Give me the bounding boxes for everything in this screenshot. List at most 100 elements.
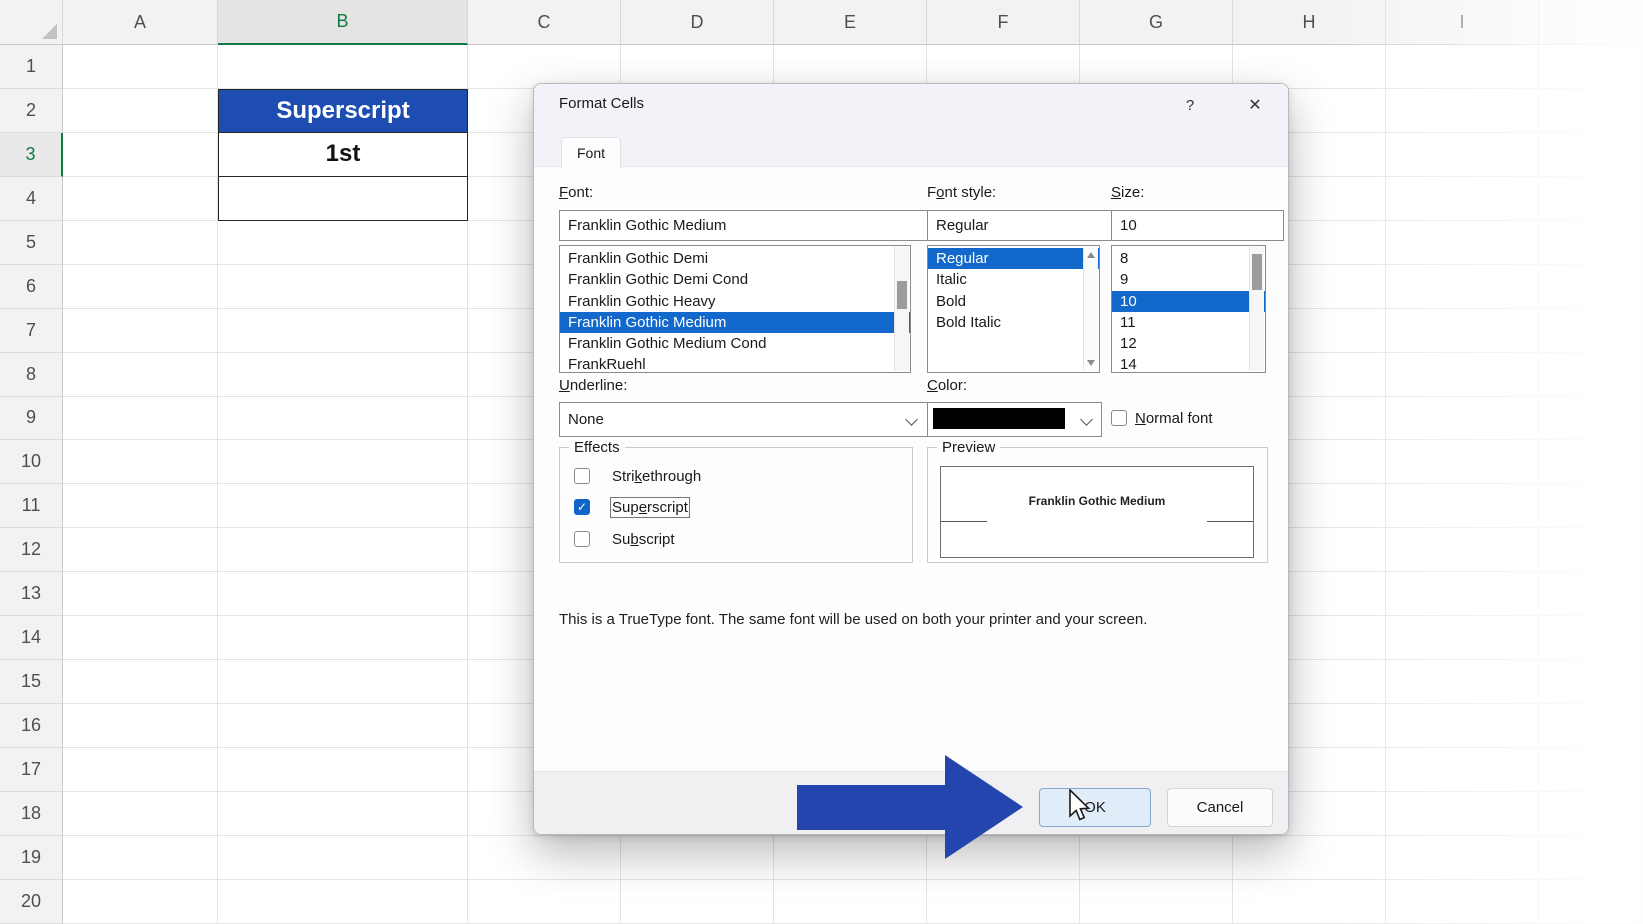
cell-I19[interactable]: [1386, 836, 1539, 880]
font-option-selected[interactable]: Franklin Gothic Medium: [560, 312, 910, 333]
column-header-A[interactable]: A: [63, 0, 218, 45]
cell-B2[interactable]: Superscript: [218, 89, 468, 133]
cell-B13[interactable]: [218, 572, 468, 616]
cell-B16[interactable]: [218, 704, 468, 748]
strikethrough-checkbox[interactable]: [574, 468, 590, 484]
row-header-16[interactable]: 16: [0, 704, 63, 748]
cell-B6[interactable]: [218, 265, 468, 309]
cell-I9[interactable]: [1386, 397, 1539, 441]
font-style-scrollbar[interactable]: [1083, 247, 1098, 371]
row-header-14[interactable]: 14: [0, 616, 63, 660]
font-style-option[interactable]: Italic: [928, 269, 1099, 290]
cell-B12[interactable]: [218, 528, 468, 572]
cell-end10[interactable]: [1539, 440, 1643, 484]
cell-B10[interactable]: [218, 440, 468, 484]
cell-end1[interactable]: [1539, 45, 1643, 89]
cell-D19[interactable]: [621, 836, 774, 880]
cell-A19[interactable]: [63, 836, 218, 880]
row-header-18[interactable]: 18: [0, 792, 63, 836]
cell-I13[interactable]: [1386, 572, 1539, 616]
cell-H20[interactable]: [1233, 880, 1386, 924]
cell-end18[interactable]: [1539, 792, 1643, 836]
subscript-label[interactable]: Subscript: [612, 531, 675, 548]
cell-H19[interactable]: [1233, 836, 1386, 880]
strikethrough-label[interactable]: Strikethrough: [612, 468, 701, 485]
column-header-B[interactable]: B: [218, 0, 468, 45]
cell-D20[interactable]: [621, 880, 774, 924]
row-header-13[interactable]: 13: [0, 572, 63, 616]
size-option[interactable]: 9: [1112, 269, 1265, 290]
cell-A15[interactable]: [63, 660, 218, 704]
cell-C19[interactable]: [468, 836, 621, 880]
cell-A14[interactable]: [63, 616, 218, 660]
cell-I11[interactable]: [1386, 484, 1539, 528]
cell-end7[interactable]: [1539, 309, 1643, 353]
scroll-up-icon[interactable]: [1087, 252, 1095, 258]
superscript-label[interactable]: Superscript: [612, 499, 688, 516]
cell-A1[interactable]: [63, 45, 218, 89]
row-header-9[interactable]: 9: [0, 397, 63, 441]
size-option[interactable]: 14: [1112, 354, 1265, 373]
column-header-blank[interactable]: [1539, 0, 1643, 45]
column-header-I[interactable]: I: [1386, 0, 1539, 45]
row-header-6[interactable]: 6: [0, 265, 63, 309]
cell-end20[interactable]: [1539, 880, 1643, 924]
cancel-button[interactable]: Cancel: [1167, 788, 1273, 827]
cell-end4[interactable]: [1539, 177, 1643, 221]
row-header-12[interactable]: 12: [0, 528, 63, 572]
column-header-C[interactable]: C: [468, 0, 621, 45]
column-header-G[interactable]: G: [1080, 0, 1233, 45]
cell-end5[interactable]: [1539, 221, 1643, 265]
cell-end17[interactable]: [1539, 748, 1643, 792]
cell-end15[interactable]: [1539, 660, 1643, 704]
row-header-11[interactable]: 11: [0, 484, 63, 528]
cell-A20[interactable]: [63, 880, 218, 924]
cell-I3[interactable]: [1386, 133, 1539, 177]
cell-B4[interactable]: [218, 177, 468, 221]
scrollbar-thumb[interactable]: [897, 281, 907, 309]
cell-I6[interactable]: [1386, 265, 1539, 309]
cell-end8[interactable]: [1539, 353, 1643, 397]
cell-B19[interactable]: [218, 836, 468, 880]
cell-I15[interactable]: [1386, 660, 1539, 704]
cell-E20[interactable]: [774, 880, 927, 924]
cell-end2[interactable]: [1539, 89, 1643, 133]
cell-A8[interactable]: [63, 353, 218, 397]
cell-I7[interactable]: [1386, 309, 1539, 353]
subscript-checkbox[interactable]: [574, 531, 590, 547]
font-input[interactable]: Franklin Gothic Medium: [559, 210, 929, 241]
select-all-corner[interactable]: [0, 0, 63, 45]
row-header-20[interactable]: 20: [0, 880, 63, 924]
color-dropdown[interactable]: [927, 402, 1102, 437]
cell-B18[interactable]: [218, 792, 468, 836]
cell-E19[interactable]: [774, 836, 927, 880]
cell-A18[interactable]: [63, 792, 218, 836]
cell-A16[interactable]: [63, 704, 218, 748]
cell-A10[interactable]: [63, 440, 218, 484]
cell-end9[interactable]: [1539, 397, 1643, 441]
size-option[interactable]: 12: [1112, 333, 1265, 354]
font-option[interactable]: Franklin Gothic Demi: [560, 248, 910, 269]
cell-end13[interactable]: [1539, 572, 1643, 616]
row-header-19[interactable]: 19: [0, 836, 63, 880]
font-option[interactable]: FrankRuehl: [560, 354, 910, 373]
cell-I8[interactable]: [1386, 353, 1539, 397]
cell-A6[interactable]: [63, 265, 218, 309]
size-list-scrollbar[interactable]: [1249, 247, 1264, 371]
cell-end12[interactable]: [1539, 528, 1643, 572]
row-header-5[interactable]: 5: [0, 221, 63, 265]
close-icon[interactable]: ✕: [1242, 93, 1268, 117]
cell-I2[interactable]: [1386, 89, 1539, 133]
scroll-down-icon[interactable]: [1087, 360, 1095, 366]
normal-font-checkbox[interactable]: [1111, 410, 1127, 426]
cell-I4[interactable]: [1386, 177, 1539, 221]
cell-I17[interactable]: [1386, 748, 1539, 792]
cell-B11[interactable]: [218, 484, 468, 528]
column-header-E[interactable]: E: [774, 0, 927, 45]
cell-F19[interactable]: [927, 836, 1080, 880]
cell-end6[interactable]: [1539, 265, 1643, 309]
cell-B17[interactable]: [218, 748, 468, 792]
cell-A13[interactable]: [63, 572, 218, 616]
cell-B20[interactable]: [218, 880, 468, 924]
cell-B15[interactable]: [218, 660, 468, 704]
